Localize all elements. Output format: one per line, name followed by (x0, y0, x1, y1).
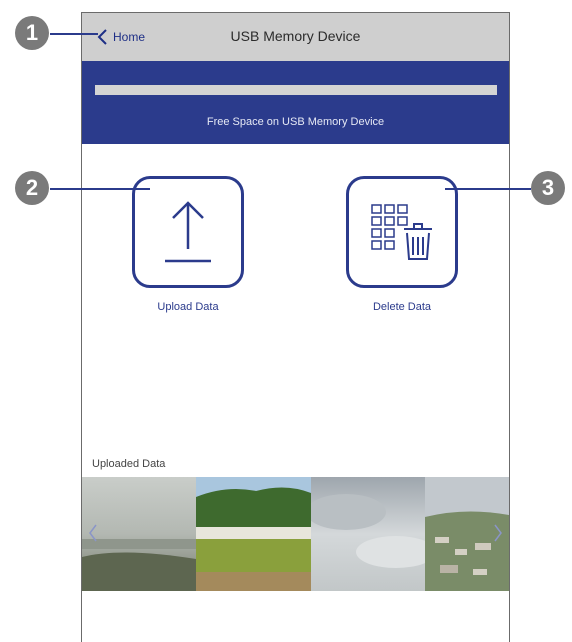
callout-line-3 (445, 188, 531, 190)
gallery-prev-icon[interactable] (88, 523, 98, 543)
grid-trash-icon (371, 204, 432, 260)
upload-data-button[interactable] (132, 176, 244, 288)
callout-line-2 (50, 188, 150, 190)
uploaded-gallery (82, 477, 509, 591)
upload-data-label: Upload Data (157, 301, 219, 313)
callout-badge-1: 1 (15, 16, 49, 50)
free-space-panel: Free Space on USB Memory Device (82, 61, 509, 144)
thumbnail-cloudy-sky[interactable] (311, 477, 425, 591)
callout-line-1 (50, 33, 98, 35)
page-title: USB Memory Device (230, 28, 361, 44)
free-space-fill (95, 85, 497, 95)
thumbnail-green-field[interactable] (196, 477, 311, 591)
uploaded-data-heading: Uploaded Data (92, 458, 166, 470)
free-space-bar (95, 85, 497, 95)
callout-badge-3: 3 (531, 171, 565, 205)
phone-screen: Home USB Memory Device Free Space on USB… (81, 12, 510, 642)
thumbnail-foggy-river[interactable] (82, 477, 196, 591)
upload-arrow-icon (165, 201, 211, 263)
delete-data-button[interactable] (346, 176, 458, 288)
delete-data-label: Delete Data (372, 301, 432, 313)
nav-bar: Home USB Memory Device (82, 13, 509, 61)
gallery-next-icon[interactable] (493, 523, 503, 543)
callout-badge-2: 2 (15, 171, 49, 205)
free-space-label: Free Space on USB Memory Device (206, 116, 385, 128)
